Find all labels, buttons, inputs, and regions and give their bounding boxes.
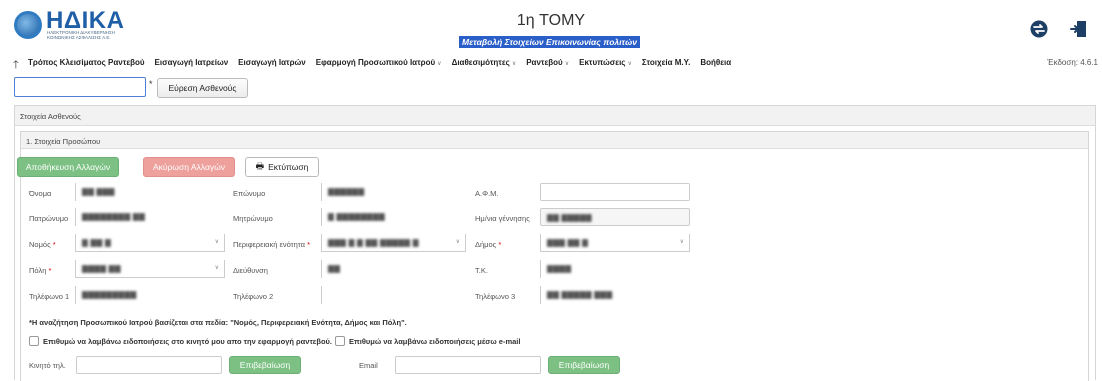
- birth-date-label: Ημ/νια γέννησης: [475, 214, 530, 223]
- email-notifications-checkbox[interactable]: [335, 336, 345, 346]
- confirm-email-button[interactable]: Επιβεβαίωση: [548, 356, 620, 374]
- menu-item-add-doctors[interactable]: Εισαγωγή Ιατρών: [238, 58, 306, 67]
- logo-subtitle: ΗΛΕΚΤΡΟΝΙΚΗ ΔΙΑΚΥΒΕΡΝΗΣΗ ΚΟΙΝΩΝΙΚΗΣ ΑΣΦΑ…: [47, 30, 116, 40]
- menu-item-appointment-closing[interactable]: Τρόπος Κλεισίματος Ραντεβού: [28, 58, 145, 67]
- mother-name-label: Μητρώνυμο: [233, 214, 273, 223]
- patient-search-input[interactable]: [14, 77, 146, 97]
- required-mark: *: [149, 79, 153, 89]
- prefecture-label: Νομός *: [29, 240, 56, 249]
- email-input[interactable]: [395, 356, 541, 374]
- phone1-label: Τηλέφωνο 1: [29, 292, 70, 301]
- region-unit-select[interactable]: ▇▇▇ ▇ ▇ ▇▇ ▇▇▇▇▇ ▇ ∨: [321, 234, 466, 252]
- chevron-down-icon: ∨: [511, 61, 517, 67]
- chevron-down-icon: ∨: [455, 239, 460, 245]
- address-field[interactable]: ▇▇: [321, 260, 456, 278]
- save-changes-button[interactable]: Αποθήκευση Αλλαγών: [17, 157, 119, 177]
- version-label: Έκδοση: 4.6.1: [1047, 58, 1098, 67]
- email-notifications-label: Επιθυμώ να λαμβάνω ειδοποιήσεις μέσω e-m…: [349, 337, 521, 346]
- printer-icon: 🖶: [255, 161, 265, 171]
- menu-items: Τρόπος Κλεισίματος Ραντεβού Εισαγωγή Ιατ…: [28, 58, 741, 67]
- print-button-label: Εκτύπωση: [268, 162, 309, 172]
- phone2-label: Τηλέφωνο 2: [233, 292, 274, 301]
- menu-item-availability[interactable]: Διαθεσιμότητες ∨: [452, 58, 517, 67]
- city-label: Πόλη *: [29, 266, 52, 275]
- last-name-field[interactable]: ▇▇▇▇▇▇: [321, 183, 456, 201]
- afm-label: Α.Φ.Μ.: [475, 189, 499, 198]
- phone3-label: Τηλέφωνο 3: [475, 292, 516, 301]
- prefecture-select[interactable]: ▇ ▇▇ ▇ ∨: [75, 234, 225, 252]
- chevron-down-icon: ∨: [437, 61, 442, 67]
- patient-panel-title: Στοιχεία Ασθενούς: [15, 106, 1095, 126]
- afm-field[interactable]: [540, 183, 690, 201]
- mother-name-field[interactable]: ▇ ▇▇▇▇▇▇▇▇: [321, 208, 456, 226]
- arrow-up-icon[interactable]: 🡑: [13, 56, 19, 75]
- sms-notifications-checkbox[interactable]: [29, 336, 39, 346]
- section-title: 1. Στοιχεία Προσώπου: [21, 132, 1088, 149]
- region-unit-label: Περιφερειακή ενότητα *: [233, 240, 311, 249]
- exit-icon[interactable]: [1070, 20, 1088, 38]
- menu-item-appointments[interactable]: Ραντεβού ∨: [526, 58, 569, 67]
- municipality-select[interactable]: ▇▇▇ ▇▇ ▇ ∨: [540, 234, 690, 252]
- chevron-down-icon: ∨: [679, 239, 684, 245]
- first-name-field[interactable]: ▇▇ ▇▇▇: [75, 183, 225, 201]
- chevron-down-icon: ∨: [627, 61, 632, 67]
- birth-date-field[interactable]: ▇▇ ▇▇▇▇▇: [540, 208, 690, 226]
- email-label: Email: [359, 361, 378, 370]
- address-label: Διεύθυνση: [233, 266, 268, 275]
- menu-item-add-clinics[interactable]: Εισαγωγή Ιατρείων: [155, 58, 229, 67]
- father-name-label: Πατρώνυμο: [29, 214, 69, 223]
- phone2-field[interactable]: [321, 286, 456, 304]
- doctor-search-note: *Η αναζήτηση Προσωπικού Ιατρού βασίζεται…: [29, 318, 407, 327]
- page-subtitle: Μεταβολή Στοιχείων Επικοινωνίας πολιτών: [459, 36, 640, 48]
- menu-item-help[interactable]: Βοήθεια: [700, 58, 731, 67]
- find-patient-button[interactable]: Εύρεση Ασθενούς: [157, 78, 248, 98]
- menu-item-personal-doctor[interactable]: Εφαρμογή Προσωπικού Ιατρού ∨: [316, 58, 442, 67]
- mobile-input[interactable]: [76, 356, 222, 374]
- phone1-field[interactable]: ▇▇▇▇▇▇▇▇▇: [75, 286, 225, 304]
- menu-item-prints[interactable]: Εκτυπώσεις ∨: [579, 58, 632, 67]
- father-name-field[interactable]: ▇▇▇▇▇▇▇▇ ▇▇: [75, 208, 225, 226]
- swap-icon[interactable]: [1030, 20, 1048, 38]
- page-title: 1η TOMY: [516, 12, 586, 29]
- mobile-label: Κινητό τηλ.: [29, 361, 66, 370]
- sms-notifications-label: Επιθυμώ να λαμβάνω ειδοποιήσεις στο κινη…: [43, 337, 332, 346]
- app-header: ΗΔΙΚΑ ΗΛΕΚΤΡΟΝΙΚΗ ΔΙΑΚΥΒΕΡΝΗΣΗ ΚΟΙΝΩΝΙΚΗ…: [0, 0, 1102, 54]
- phone3-field[interactable]: ▇▇ ▇▇▇▇▇ ▇▇▇: [540, 286, 690, 304]
- menu-item-health-unit[interactable]: Στοιχεία Μ.Υ.: [642, 58, 690, 67]
- postal-code-label: Τ.Κ.: [475, 266, 488, 275]
- main-menu: 🡑 Τρόπος Κλεισίματος Ραντεβού Εισαγωγή Ι…: [0, 54, 1102, 72]
- postal-code-field[interactable]: ▇▇▇▇: [540, 260, 690, 278]
- last-name-label: Επώνυμο: [233, 189, 266, 198]
- city-select[interactable]: ▇▇▇▇ ▇▇ ∨: [75, 260, 225, 278]
- print-button[interactable]: 🖶 Εκτύπωση: [245, 157, 319, 177]
- chevron-down-icon: ∨: [564, 61, 570, 67]
- confirm-mobile-button[interactable]: Επιβεβαίωση: [229, 356, 301, 374]
- chevron-down-icon: ∨: [214, 265, 219, 271]
- first-name-label: Όνομα: [29, 189, 52, 198]
- chevron-down-icon: ∨: [214, 239, 219, 245]
- municipality-label: Δήμος *: [475, 240, 502, 249]
- cancel-changes-button[interactable]: Ακύρωση Αλλαγών: [143, 157, 235, 177]
